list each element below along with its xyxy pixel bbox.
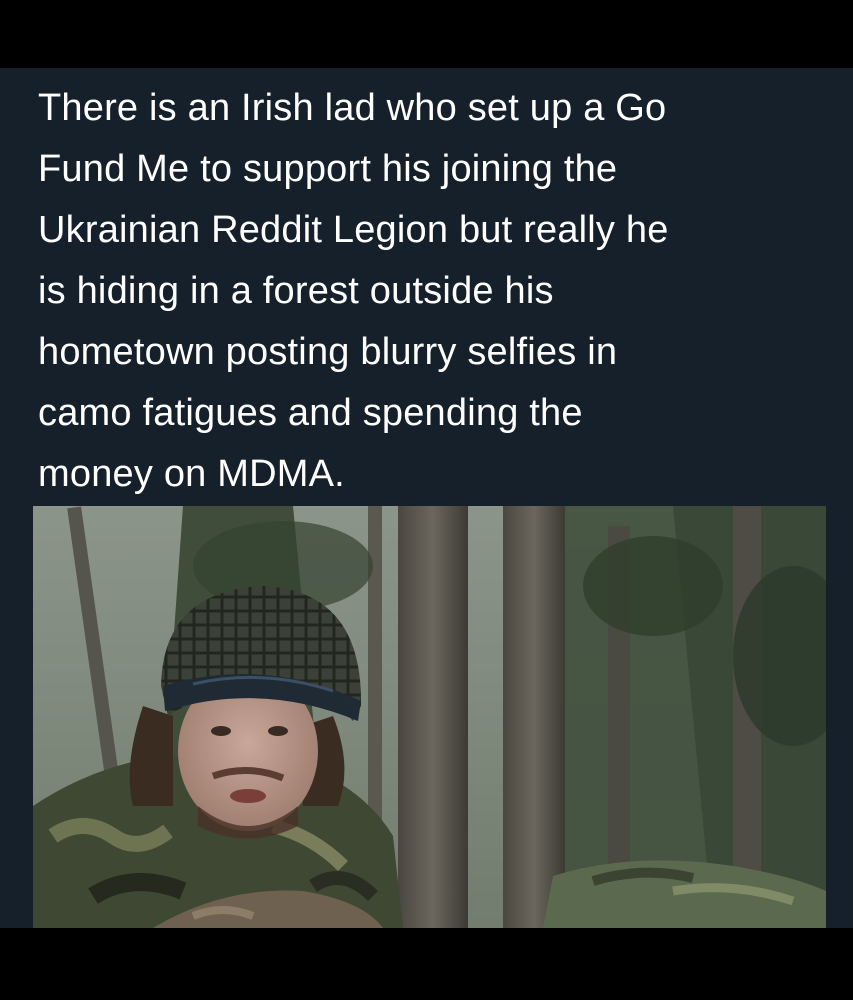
tweet-text-line: There is an Irish lad who set up a Go bbox=[38, 87, 667, 129]
tweet-text-line: Fund Me to support his joining the bbox=[38, 148, 618, 190]
tweet-text: There is an Irish lad who set up a Go Fu… bbox=[38, 78, 828, 505]
tweet-text-line: camo fatigues and spending the bbox=[38, 392, 583, 434]
letterbox-top bbox=[0, 0, 853, 68]
tweet-text-line: hometown posting blurry selfies in bbox=[38, 331, 618, 373]
letterbox-bottom bbox=[0, 928, 853, 1000]
tweet-photo[interactable] bbox=[33, 506, 826, 928]
tweet-text-line: money on MDMA. bbox=[38, 453, 345, 495]
tweet-text-line: Ukrainian Reddit Legion but really he bbox=[38, 209, 669, 251]
tweet-text-line: is hiding in a forest outside his bbox=[38, 270, 554, 312]
forest-selfie-image bbox=[33, 506, 826, 928]
tweet-card: There is an Irish lad who set up a Go Fu… bbox=[0, 68, 853, 928]
